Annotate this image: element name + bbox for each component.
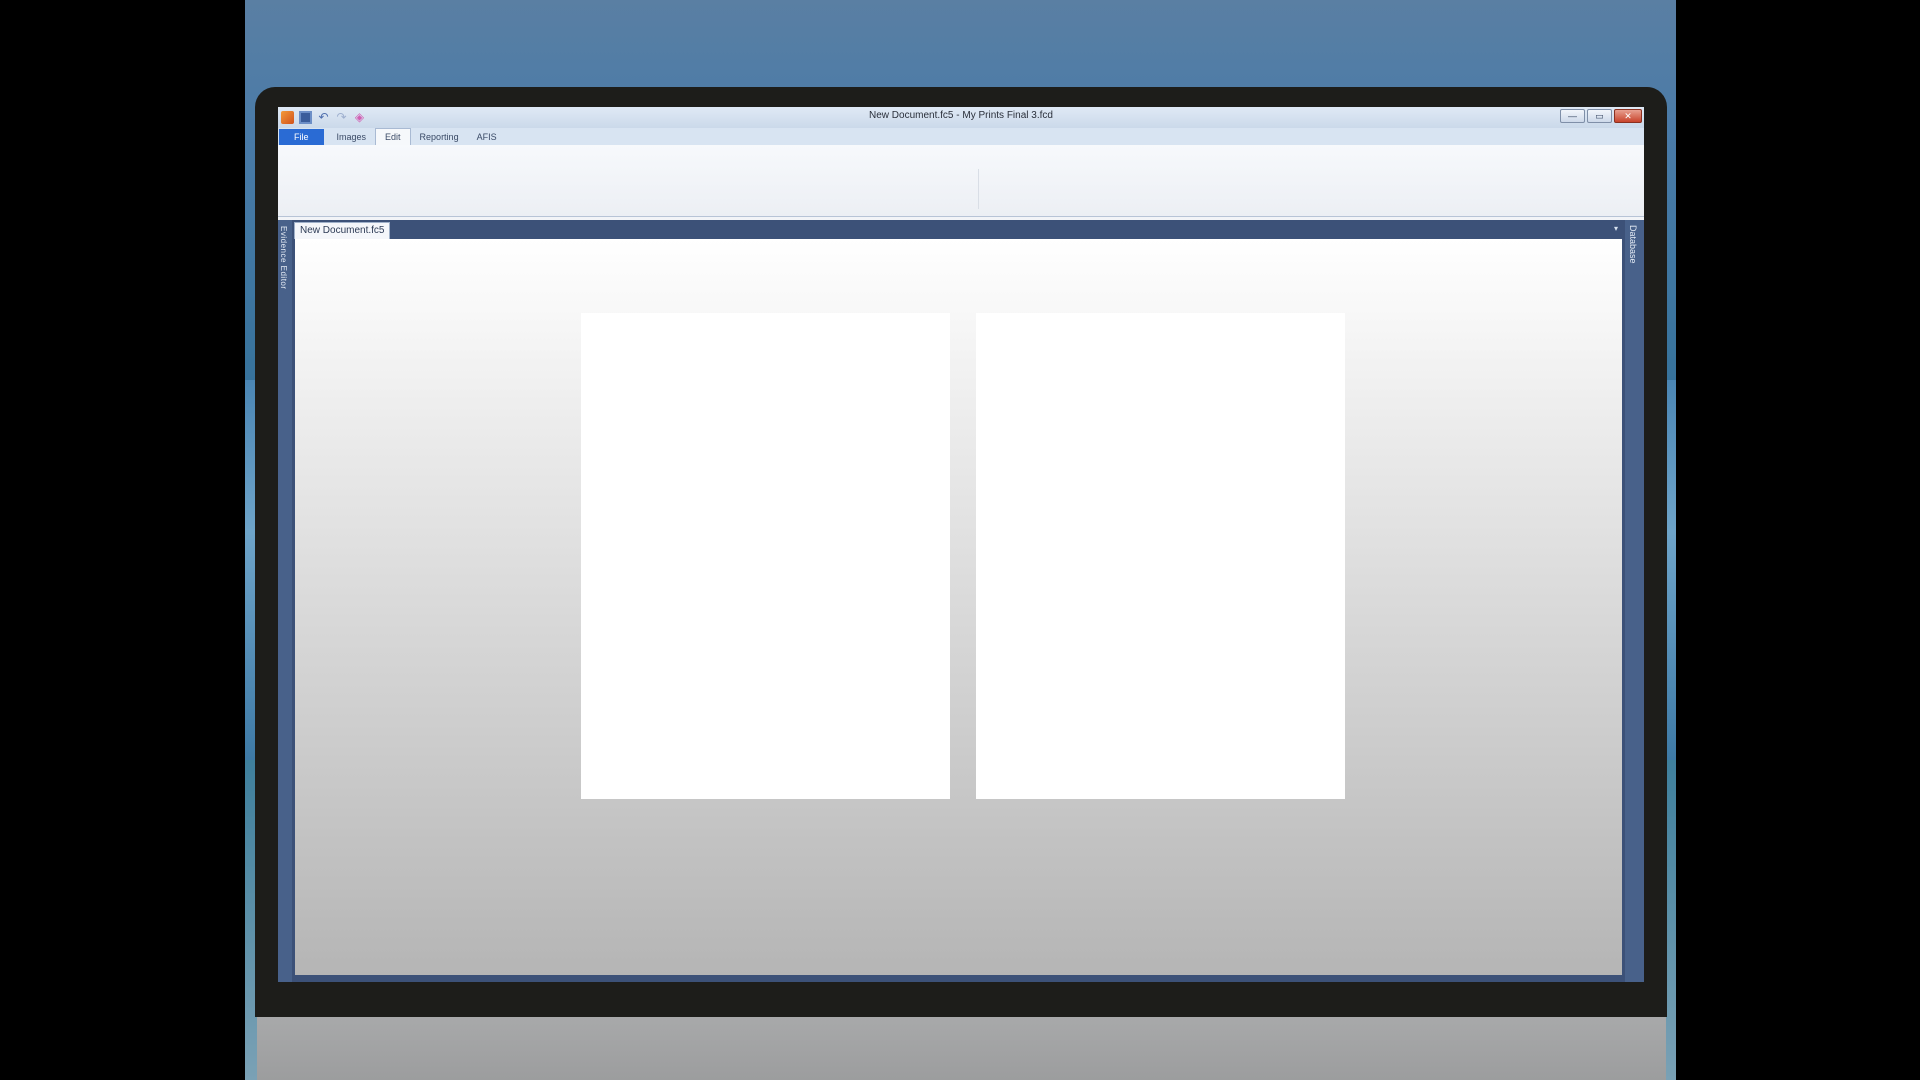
document-workspace: Evidence Editor New Document.fc5 ▾ Datab… (278, 220, 1644, 982)
window-title: New Document.fc5 - My Prints Final 3.fcd (869, 110, 1053, 121)
document-tab-bar: New Document.fc5 ▾ (292, 220, 1625, 239)
close-button[interactable]: ✕ (1614, 109, 1642, 123)
title-bar: ↶ ↷ ◈ New Document.fc5 - My Prints Final… (278, 107, 1644, 128)
tab-file[interactable]: File (279, 129, 324, 145)
tab-afis[interactable]: AFIS (468, 129, 506, 145)
page-left[interactable] (581, 313, 950, 799)
tab-reporting[interactable]: Reporting (411, 129, 468, 145)
maximize-button[interactable]: ▭ (1587, 109, 1612, 123)
document-canvas[interactable] (295, 239, 1622, 975)
left-side-panel[interactable]: Evidence Editor (278, 220, 292, 982)
monitor-stand (257, 1017, 1666, 1080)
tab-edit[interactable]: Edit (375, 128, 411, 145)
right-panel-label[interactable]: Database (1628, 225, 1638, 264)
app-window: ↶ ↷ ◈ New Document.fc5 - My Prints Final… (278, 107, 1644, 982)
chevron-down-icon[interactable]: ▾ (1611, 222, 1621, 236)
page-right[interactable] (976, 313, 1345, 799)
window-controls: — ▭ ✕ (1560, 109, 1642, 123)
document-tab[interactable]: New Document.fc5 (294, 222, 391, 239)
ribbon-panel (278, 145, 1644, 217)
left-panel-label[interactable]: Evidence Editor (279, 226, 288, 290)
ribbon-tabs: File Images Edit Reporting AFIS (278, 128, 1644, 145)
tab-images[interactable]: Images (328, 129, 376, 145)
right-side-panel[interactable]: Database (1625, 220, 1644, 982)
minimize-button[interactable]: — (1560, 109, 1585, 123)
ribbon-divider (978, 169, 979, 209)
